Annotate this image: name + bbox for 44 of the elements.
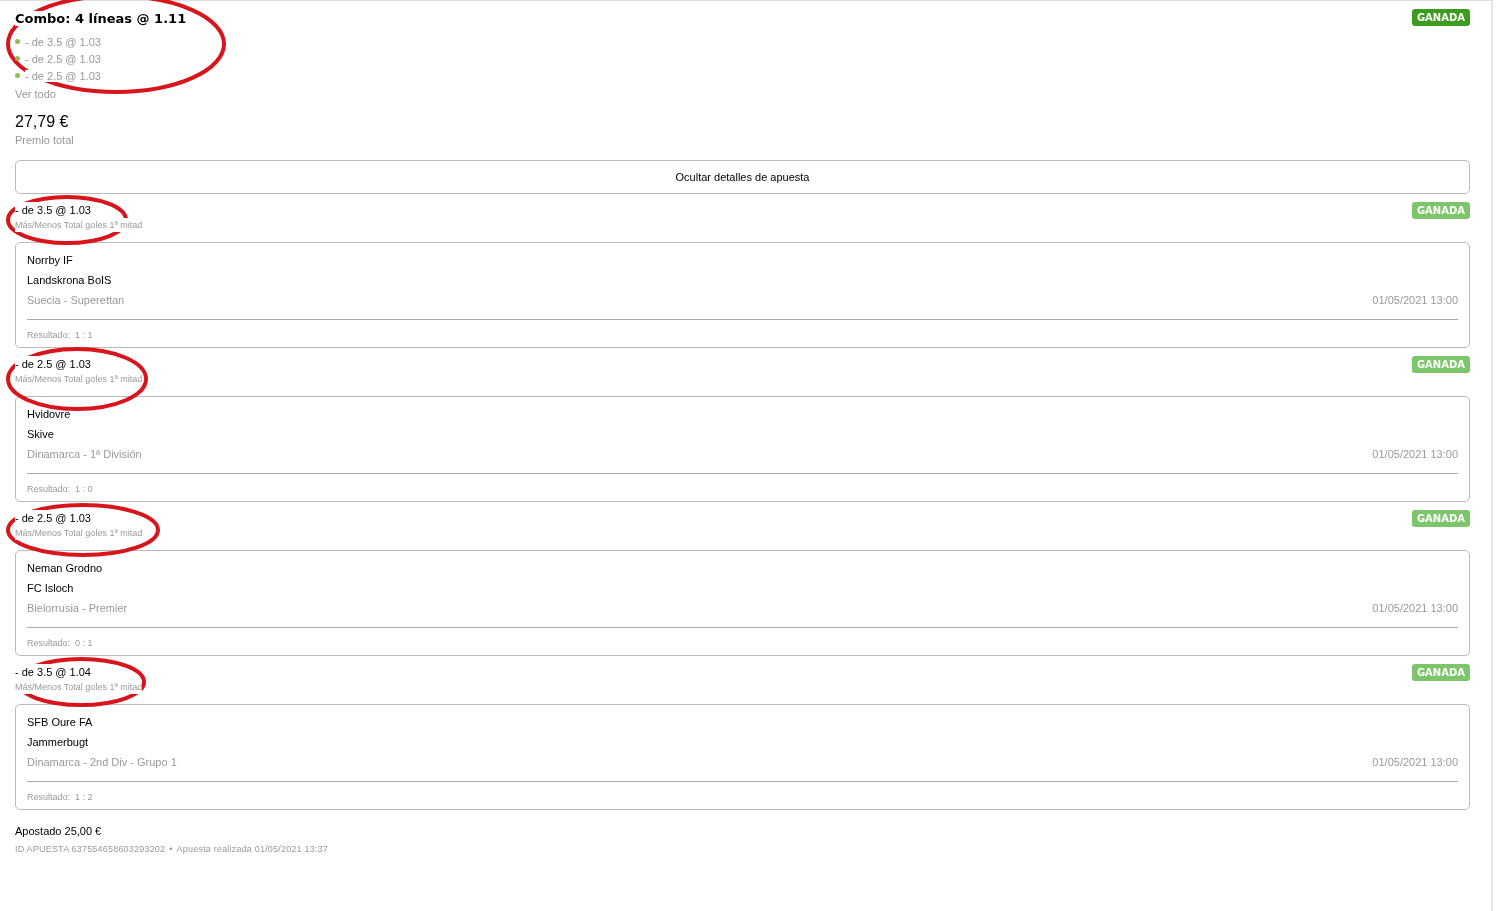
selection-title: - de 2.5 @ 1.03 (15, 510, 91, 526)
home-team: Hvidovre (27, 407, 71, 422)
league-name: Dinamarca - 2nd Div - Grupo 1 (27, 755, 177, 770)
market-name: Más/Menos Total goles 1ª mitad (15, 218, 143, 232)
market-name: Más/Menos Total goles 1ª mitad (15, 680, 143, 694)
match-date: 01/05/2021 13:00 (1372, 755, 1458, 770)
hide-details-button[interactable]: Ocultar detalles de apuesta (15, 160, 1470, 194)
separator-dot: • (169, 844, 173, 854)
selection-title: - de 3.5 @ 1.04 (15, 664, 91, 680)
match-result: Resultado: 1 : 2 (27, 791, 93, 804)
stake-amount: Apostado 25,00 € (15, 825, 102, 837)
match-date: 01/05/2021 13:00 (1372, 447, 1458, 462)
match-result: Resultado: 1 : 1 (27, 329, 93, 342)
selection-summary: - de 2.5 @ 1.03 (25, 69, 101, 82)
prize-amount: 27,79 € (15, 113, 70, 131)
away-team: Landskrona BoIS (27, 273, 112, 288)
selection-summary: - de 2.5 @ 1.03 (25, 52, 101, 65)
league-name: Suecia - Superettan (27, 293, 125, 308)
selection-title: - de 2.5 @ 1.03 (15, 356, 91, 372)
selection-summary: - de 3.5 @ 1.03 (25, 35, 101, 48)
selection-title: - de 3.5 @ 1.03 (15, 202, 91, 218)
placed-date: Apuesta realizada 01/05/2021 13:37 (176, 844, 329, 854)
home-team: Neman Grodno (27, 561, 103, 576)
home-team: SFB Oure FA (27, 715, 93, 730)
prize-label: Premio total (15, 134, 75, 146)
bet-id: ID APUESTA 637554658603293202 (15, 844, 166, 854)
home-team: Norrby IF (27, 253, 73, 268)
away-team: FC Isloch (27, 581, 74, 596)
away-team: Skive (27, 427, 54, 442)
match-date: 01/05/2021 13:00 (1372, 293, 1458, 308)
status-badge: GANADA (1411, 9, 1470, 26)
match-result: Resultado: 1 : 0 (27, 483, 93, 496)
away-team: Jammerbugt (27, 735, 89, 750)
match-date: 01/05/2021 13:00 (1372, 601, 1458, 616)
match-result: Resultado: 0 : 1 (27, 637, 93, 650)
status-badge: GANADA (1411, 664, 1470, 681)
status-badge: GANADA (1411, 202, 1470, 219)
status-badge: GANADA (1411, 356, 1470, 373)
market-name: Más/Menos Total goles 1ª mitad (15, 526, 143, 540)
league-name: Bielorrusia - Premier (27, 601, 128, 616)
market-name: Más/Menos Total goles 1ª mitad (15, 372, 143, 386)
league-name: Dinamarca - 1ª División (27, 447, 142, 462)
bet-title: Combo: 4 líneas @ 1.11 (15, 11, 187, 26)
status-badge: GANADA (1411, 510, 1470, 527)
